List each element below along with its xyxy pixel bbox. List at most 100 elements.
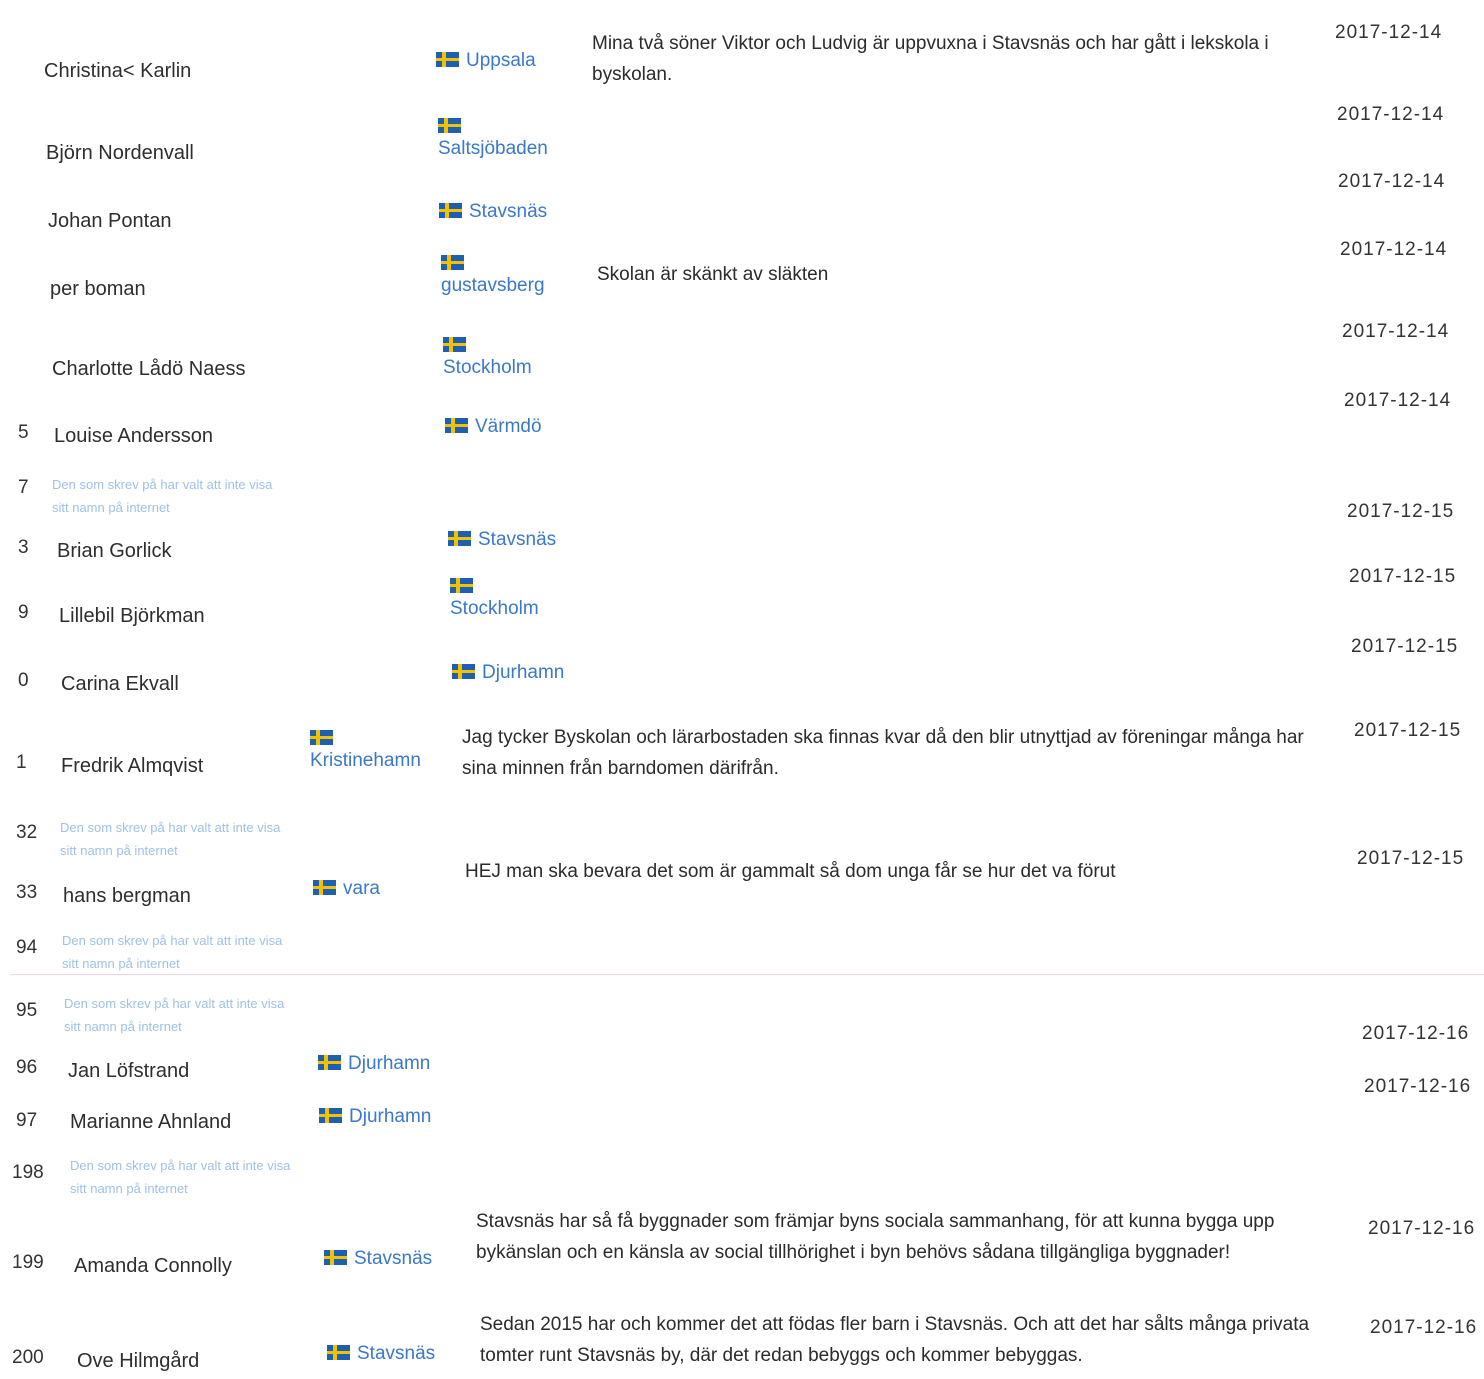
location-link[interactable]: Stavsnäs	[448, 527, 598, 553]
row-number: 33	[16, 882, 38, 903]
location-link[interactable]: vara	[313, 876, 453, 902]
signer-comment: Jag tycker Byskolan och lärarbostaden sk…	[462, 727, 1304, 779]
row-number: 0	[18, 670, 29, 691]
signature-date: 2017-12-15	[1354, 720, 1462, 741]
row-number: 94	[16, 937, 38, 958]
swedish-flag-icon	[310, 730, 333, 745]
signer-name: Johan Pontan	[48, 210, 172, 232]
location-link[interactable]: Stockholm	[443, 337, 593, 381]
signature-date: 2017-12-14	[1337, 104, 1445, 125]
location-link[interactable]: Stockholm	[450, 578, 600, 622]
signature-date: 2017-12-14	[1342, 321, 1450, 342]
location-label[interactable]: Stockholm	[443, 357, 532, 378]
anonymous-signer-note: Den som skrev på har valt att inte visa …	[64, 996, 285, 1034]
row-number: 32	[16, 822, 38, 843]
location-label[interactable]: Stockholm	[450, 598, 539, 619]
signature-date: 2017-12-16	[1364, 1076, 1472, 1097]
location-label[interactable]: Stavsnäs	[354, 1248, 432, 1269]
location-label[interactable]: Uppsala	[466, 50, 536, 71]
location-link[interactable]: Saltsjöbaden	[438, 118, 588, 162]
swedish-flag-icon	[450, 578, 473, 593]
signer-name: Christina< Karlin	[44, 60, 192, 82]
location-link[interactable]: Djurhamn	[318, 1051, 468, 1077]
location-link[interactable]: Stavsnäs	[439, 199, 589, 225]
row-number: 200	[12, 1347, 44, 1368]
location-label[interactable]: Stavsnäs	[357, 1343, 435, 1364]
signature-date: 2017-12-16	[1370, 1317, 1478, 1338]
row-number: 199	[12, 1252, 44, 1273]
swedish-flag-icon	[438, 118, 461, 133]
row-number: 97	[16, 1110, 38, 1131]
signer-name: Jan Löfstrand	[68, 1060, 190, 1082]
location-link[interactable]: Stavsnäs	[327, 1341, 477, 1367]
signer-name: hans bergman	[63, 885, 191, 907]
signer-comment: Sedan 2015 har och kommer det att födas …	[480, 1314, 1310, 1366]
location-link[interactable]: Stavsnäs	[324, 1246, 474, 1272]
row-number: 5	[18, 422, 29, 443]
swedish-flag-icon	[452, 664, 475, 679]
location-label[interactable]: Saltsjöbaden	[438, 138, 548, 159]
signer-comment: Skolan är skänkt av släkten	[597, 264, 829, 285]
row-divider	[10, 974, 1484, 975]
anonymous-signer-note: Den som skrev på har valt att inte visa …	[52, 477, 273, 515]
anonymous-signer-note: Den som skrev på har valt att inte visa …	[60, 820, 281, 858]
signature-date: 2017-12-14	[1344, 390, 1452, 411]
location-label[interactable]: gustavsberg	[441, 275, 545, 296]
signer-name: Marianne Ahnland	[70, 1111, 232, 1133]
signer-comment: Mina två söner Viktor och Ludvig är uppv…	[592, 33, 1269, 85]
signer-name: Björn Nordenvall	[46, 142, 194, 164]
swedish-flag-icon	[319, 1108, 342, 1123]
swedish-flag-icon	[441, 255, 464, 270]
location-label[interactable]: vara	[343, 878, 380, 899]
swedish-flag-icon	[327, 1345, 350, 1360]
swedish-flag-icon	[439, 203, 462, 218]
signer-name: Lillebil Björkman	[59, 605, 205, 627]
row-number: 95	[16, 1000, 38, 1021]
location-label[interactable]: Stavsnäs	[478, 529, 556, 550]
signature-date: 2017-12-14	[1335, 22, 1443, 43]
signature-date: 2017-12-16	[1368, 1218, 1476, 1239]
location-label[interactable]: Djurhamn	[349, 1106, 431, 1127]
swedish-flag-icon	[324, 1250, 347, 1265]
swedish-flag-icon	[436, 52, 459, 67]
signer-name: Charlotte Lådö Naess	[52, 358, 246, 380]
signer-name: Ove Hilmgård	[77, 1350, 200, 1372]
location-link[interactable]: Värmdö	[445, 414, 595, 440]
location-label[interactable]: Stavsnäs	[469, 201, 547, 222]
swedish-flag-icon	[448, 531, 471, 546]
signature-list: Christina< Karlin Uppsala Mina två söner V…	[0, 0, 1484, 1379]
signature-date: 2017-12-15	[1349, 566, 1457, 587]
row-number: 7	[18, 477, 29, 498]
swedish-flag-icon	[445, 418, 468, 433]
signer-name: Brian Gorlick	[57, 540, 172, 562]
signer-comment: HEJ man ska bevara det som är gammalt så…	[465, 861, 1116, 882]
swedish-flag-icon	[443, 337, 466, 352]
row-number: 9	[18, 602, 29, 623]
location-link[interactable]: Djurhamn	[452, 660, 602, 686]
signer-comment: Stavsnäs har så få byggnader som främjar…	[476, 1211, 1275, 1263]
row-number: 1	[16, 752, 27, 773]
location-link[interactable]: Kristinehamn	[310, 730, 450, 774]
signature-date: 2017-12-15	[1357, 848, 1465, 869]
anonymous-signer-note: Den som skrev på har valt att inte visa …	[62, 933, 283, 971]
signature-date: 2017-12-14	[1338, 171, 1446, 192]
location-link[interactable]: Djurhamn	[319, 1104, 469, 1130]
row-number: 198	[12, 1162, 44, 1183]
location-label[interactable]: Värmdö	[475, 416, 542, 437]
signature-date: 2017-12-15	[1347, 501, 1455, 522]
anonymous-signer-note: Den som skrev på har valt att inte visa …	[70, 1158, 291, 1196]
row-number: 3	[18, 537, 29, 558]
location-label[interactable]: Djurhamn	[482, 662, 564, 683]
signer-name: per boman	[50, 278, 146, 300]
location-link[interactable]: Uppsala	[436, 48, 586, 74]
swedish-flag-icon	[313, 880, 336, 895]
signature-date: 2017-12-16	[1362, 1023, 1470, 1044]
signer-name: Carina Ekvall	[61, 673, 179, 695]
location-link[interactable]: gustavsberg	[441, 255, 591, 299]
location-label[interactable]: Kristinehamn	[310, 750, 421, 771]
swedish-flag-icon	[318, 1055, 341, 1070]
row-number: 96	[16, 1057, 38, 1078]
location-label[interactable]: Djurhamn	[348, 1053, 430, 1074]
signer-name: Amanda Connolly	[74, 1255, 232, 1277]
signature-date: 2017-12-14	[1340, 239, 1448, 260]
